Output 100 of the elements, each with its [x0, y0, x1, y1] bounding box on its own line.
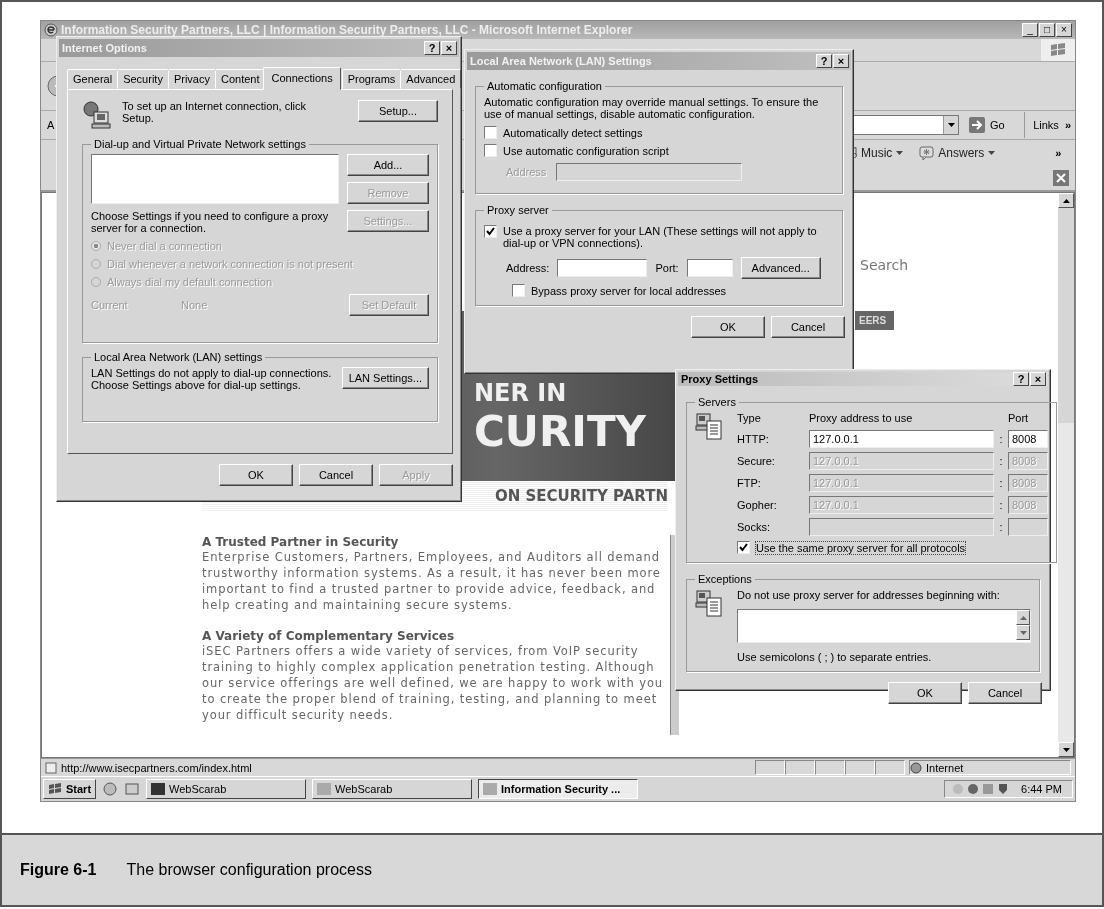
checkbox-option[interactable]: Use a proxy server for your LAN (These settings will not apply to dial-up or VPN connections).	[484, 225, 834, 249]
group-label: Local Area Network (LAN) settings	[93, 351, 264, 363]
computer-document-icon	[695, 589, 725, 619]
section-heading: A Trusted Partner in Security	[202, 535, 400, 549]
more-chevron[interactable]: »	[1064, 119, 1071, 131]
status-pane	[755, 760, 785, 775]
separator-colon: :	[998, 433, 1004, 445]
tab[interactable]: Programs	[341, 69, 402, 89]
advanced-button[interactable]: Advanced...	[740, 257, 821, 279]
checkbox[interactable]	[484, 225, 497, 238]
lan-note: LAN Settings do not apply to dial-up connections. Choose Settings above for dial-up settings.	[91, 367, 333, 391]
checkbox-option[interactable]: Automatically detect settings	[484, 126, 834, 139]
scroll-down-button[interactable]	[1016, 625, 1030, 640]
app-icon	[483, 783, 498, 795]
group-label: Exceptions	[697, 573, 753, 585]
figure-number: Figure 6-1	[20, 861, 97, 879]
dialog-button[interactable]: OK	[219, 464, 293, 486]
tab[interactable]: Security	[117, 69, 169, 89]
windows-flag-icon	[48, 783, 62, 795]
browser-icon[interactable]	[102, 781, 119, 797]
status-pane	[815, 760, 845, 775]
help-button[interactable]: ?	[424, 41, 440, 55]
close-icon[interactable]	[1053, 170, 1069, 186]
tagline-text: ON SECURITY PARTN	[494, 487, 668, 505]
close-button[interactable]: ×	[833, 54, 849, 68]
up-arrow-icon	[1019, 615, 1027, 620]
nav-tab[interactable]: EERS	[855, 311, 895, 330]
tab[interactable]: Connections	[263, 67, 341, 90]
checkbox[interactable]	[484, 144, 497, 157]
port-field[interactable]: 8008	[1008, 430, 1048, 448]
protocol-label: Gopher:	[737, 499, 778, 511]
dialog-title: Local Area Network (LAN) Settings	[470, 55, 653, 67]
setup-button[interactable]: Setup...	[358, 100, 438, 122]
section-heading: A Variety of Complementary Services	[202, 629, 456, 643]
column-header: Type	[737, 412, 762, 426]
taskbar-button[interactable]: WebScarab	[312, 779, 473, 799]
separator-colon: :	[998, 521, 1004, 533]
links-label[interactable]: Links	[1033, 119, 1059, 131]
dialog-button[interactable]: OK	[691, 316, 765, 338]
semicolon-note: Use semicolons ( ; ) to separate entries.	[737, 651, 933, 663]
more-chevron[interactable]: »	[1055, 147, 1062, 159]
start-button[interactable]: Start	[43, 779, 97, 799]
port-field[interactable]	[686, 259, 733, 277]
taskbar-button[interactable]: WebScarab	[146, 779, 307, 799]
scrollbar[interactable]	[1058, 193, 1074, 757]
tab[interactable]: Advanced	[400, 69, 462, 89]
dialog-button[interactable]: Cancel	[771, 316, 845, 338]
zone-label: Internet	[926, 761, 964, 774]
dialog-button[interactable]: Cancel	[299, 464, 373, 486]
column-header: Proxy address to use	[809, 412, 914, 426]
tab[interactable]: Privacy	[167, 69, 216, 89]
close-button[interactable]: ×	[441, 41, 457, 55]
page-icon	[45, 761, 57, 774]
section-text: iSEC Partners offers a wide variety of services, from VoIP security training to highly complex application penetration testing. Although our service offerings are well defined, we are happy to work with you to create the proper blend of training, testing, and planning to meet your difficult security needs.	[202, 643, 664, 723]
section-text: Enterprise Customers, Partners, Employees, and Auditors all demand trustworthy information systems. As a result, it has never been more important to find a trusted partner to provide advice, feedback, and help creating and maintaining secure systems.	[202, 549, 662, 613]
status-url: http://www.isecpartners.com/index.html	[61, 761, 253, 774]
column-header: Port	[1008, 412, 1030, 426]
close-button[interactable]: ×	[1030, 372, 1046, 386]
up-arrow-icon	[1062, 198, 1070, 203]
checkbox-option[interactable]: Use the same proxy server for all protocols	[737, 541, 1048, 554]
proxy-address-field[interactable]	[557, 259, 648, 277]
separator-colon: :	[998, 477, 1004, 489]
checkbox-option[interactable]: Bypass proxy server for local addresses	[512, 284, 834, 297]
scroll-up-button[interactable]	[1058, 193, 1074, 208]
dialog-button[interactable]: Cancel	[968, 682, 1042, 704]
checkbox[interactable]	[484, 126, 497, 139]
tab[interactable]: Content	[214, 69, 266, 89]
checkbox-option[interactable]: Use automatic configuration script	[484, 144, 834, 157]
protocol-label: FTP:	[737, 477, 762, 489]
globe-icon	[910, 761, 922, 774]
app-icon	[317, 783, 332, 795]
down-arrow-icon	[1062, 747, 1070, 752]
dialog-button[interactable]: Add...	[347, 154, 429, 176]
dialog-title: Internet Options	[62, 42, 148, 54]
checkbox[interactable]	[737, 541, 750, 554]
lan-settings-button[interactable]: LAN Settings...	[341, 367, 429, 389]
checkbox[interactable]	[512, 284, 525, 297]
toolbar-link[interactable]: Answers	[919, 145, 996, 161]
group-label: Servers	[697, 396, 737, 408]
computer-document-icon	[695, 412, 725, 442]
separator-colon: :	[998, 455, 1004, 467]
dialog-button[interactable]: OK	[888, 682, 962, 704]
go-button[interactable]: Go	[965, 117, 1009, 133]
auto-config-note: Automatic configuration may override manual settings. To ensure the use of manual settings, disable automatic configuration.	[484, 96, 820, 120]
caret-icon	[988, 151, 996, 155]
group-label: Dial-up and Virtual Private Network settings	[93, 138, 307, 150]
globe-e-icon	[44, 23, 58, 37]
search-link[interactable]: Search	[860, 257, 909, 273]
proxy-address-field[interactable]: 127.0.0.1	[809, 430, 994, 448]
clock: 6:44 PM	[1021, 783, 1062, 795]
scroll-down-button[interactable]	[1058, 742, 1074, 757]
taskbar-button[interactable]: Information Security ...	[478, 779, 639, 799]
tab[interactable]: General	[67, 69, 119, 89]
setup-text: To set up an Internet connection, click Setup.	[122, 100, 308, 124]
scroll-up-button[interactable]	[1016, 610, 1030, 625]
exceptions-field[interactable]	[737, 609, 1031, 643]
help-button[interactable]: ?	[816, 54, 832, 68]
help-button[interactable]: ?	[1013, 372, 1029, 386]
address-label: Address	[506, 166, 547, 178]
connection-list[interactable]	[91, 154, 339, 204]
